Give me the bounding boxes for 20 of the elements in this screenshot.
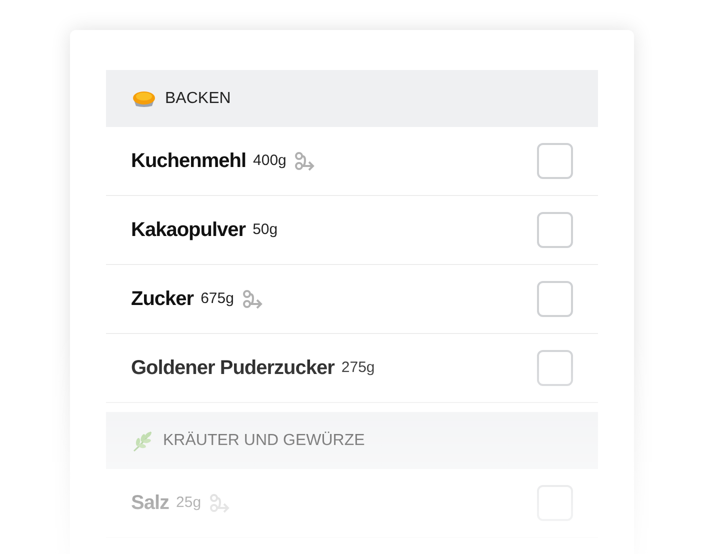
item-amount: 275g	[341, 358, 375, 378]
section-title: BACKEN	[165, 88, 231, 108]
checkbox[interactable]	[537, 281, 573, 317]
item-name: Salz	[131, 491, 170, 516]
checkbox[interactable]	[537, 143, 573, 179]
pie-icon	[131, 88, 157, 108]
route-icon	[242, 289, 264, 309]
route-icon	[209, 493, 232, 513]
section-title: KRÄUTER UND GEWÜRZE	[163, 430, 365, 450]
item-name: Kuchenmehl	[131, 149, 246, 174]
item-amount: 50g	[252, 220, 278, 240]
route-icon	[294, 151, 316, 171]
item-amount: 25g	[176, 492, 202, 513]
item-amount: 675g	[200, 288, 234, 309]
item-name: Kakaopulver	[131, 218, 246, 243]
item-name: Zucker	[131, 287, 194, 312]
item-amount: 400g	[253, 150, 286, 171]
checkbox[interactable]	[537, 212, 573, 248]
checkbox[interactable]	[537, 350, 573, 386]
item-name: Goldener Puderzucker	[131, 356, 334, 381]
